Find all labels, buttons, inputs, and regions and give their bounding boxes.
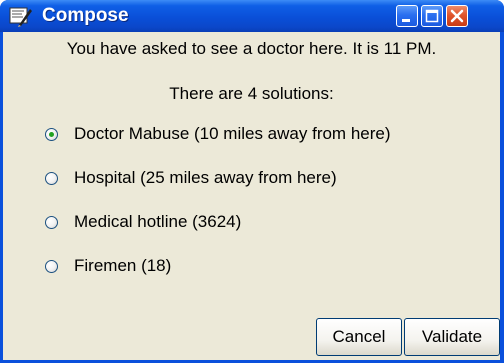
validate-button[interactable]: Validate xyxy=(404,318,500,356)
compose-window: Compose You have asked to see a doctor h… xyxy=(0,0,504,363)
option-label[interactable]: Hospital (25 miles away from here) xyxy=(74,168,337,188)
minimize-icon xyxy=(402,19,410,22)
radio-button-selected[interactable] xyxy=(45,128,58,141)
radio-button[interactable] xyxy=(45,260,58,273)
close-button[interactable] xyxy=(446,5,468,27)
minimize-button[interactable] xyxy=(396,5,418,27)
option-label[interactable]: Medical hotline (3624) xyxy=(74,212,241,232)
radio-button[interactable] xyxy=(45,172,58,185)
maximize-icon xyxy=(425,9,439,23)
cancel-button[interactable]: Cancel xyxy=(316,318,402,356)
maximize-button[interactable] xyxy=(421,5,443,27)
option-label[interactable]: Firemen (18) xyxy=(74,256,171,276)
radio-selected-dot xyxy=(49,132,54,137)
compose-app-icon[interactable] xyxy=(9,5,33,27)
title-bar[interactable]: Compose xyxy=(0,0,504,32)
dialog-body: You have asked to see a doctor here. It … xyxy=(3,32,500,360)
message-line-1: You have asked to see a doctor here. It … xyxy=(66,39,437,58)
close-icon xyxy=(450,9,464,23)
radio-button[interactable] xyxy=(45,216,58,229)
option-label[interactable]: Doctor Mabuse (10 miles away from here) xyxy=(74,124,391,144)
message-line-2: There are 4 solutions: xyxy=(169,84,334,103)
window-title: Compose xyxy=(42,5,129,26)
